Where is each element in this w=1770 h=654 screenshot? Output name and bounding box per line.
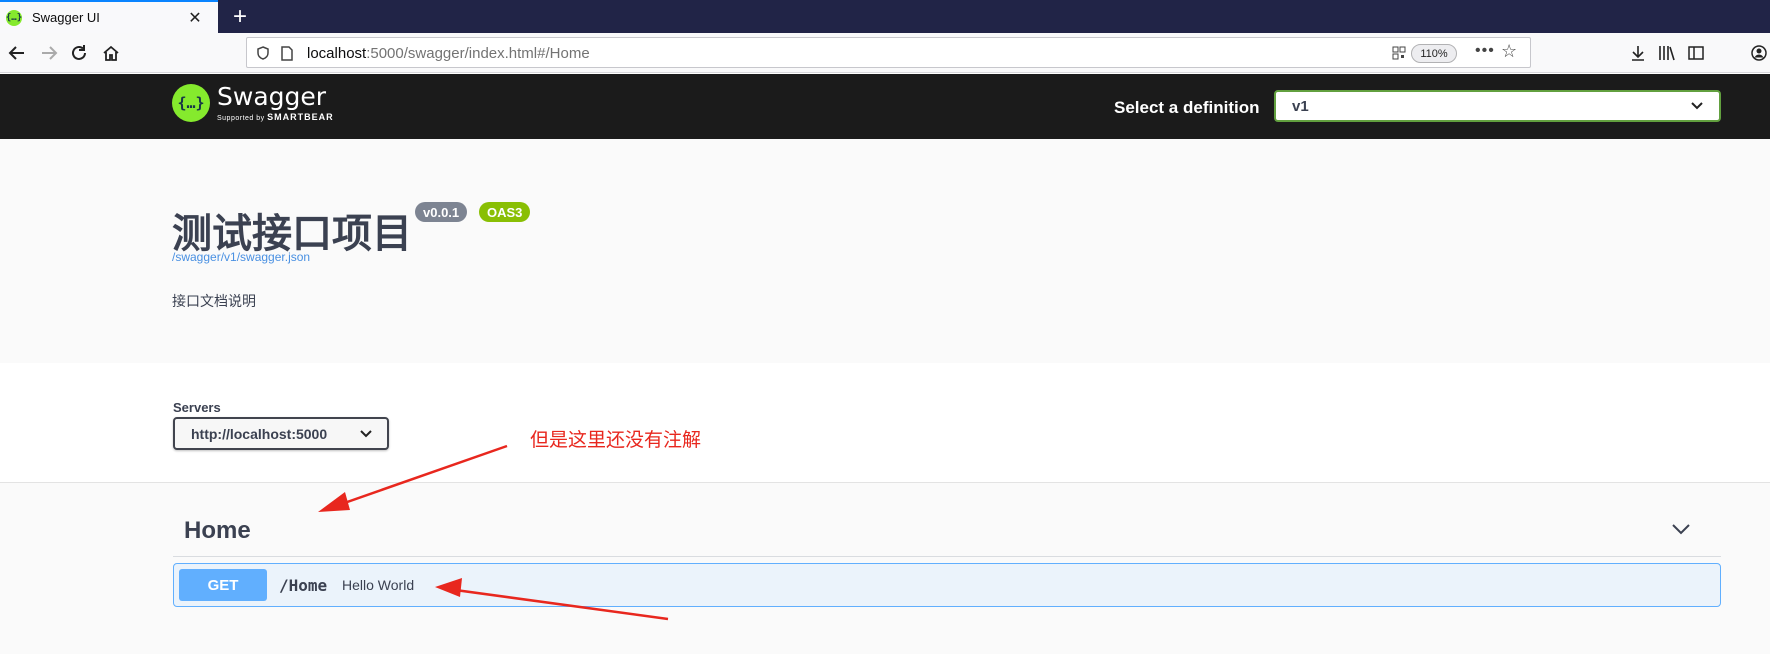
select-definition-label: Select a definition [1114, 98, 1260, 117]
smartbear-brand: SMARTBEAR [267, 112, 334, 122]
chevron-down-icon [360, 430, 372, 438]
tag-home-title[interactable]: Home [184, 517, 251, 545]
chevron-down-icon [1691, 102, 1703, 110]
zoom-level-badge[interactable]: 110% [1411, 44, 1457, 63]
browser-tab-bar: {…} Swagger UI ✕ + [0, 0, 1770, 33]
version-badge: v0.0.1 [415, 202, 468, 222]
tag-divider [173, 556, 1721, 557]
downloads-icon[interactable] [1627, 42, 1649, 64]
shield-icon[interactable] [255, 45, 271, 61]
supported-by-text: Supported by [217, 115, 268, 122]
operation-summary: Hello World [342, 577, 415, 593]
definition-select[interactable]: v1 [1274, 90, 1721, 122]
account-icon[interactable] [1748, 42, 1770, 64]
servers-select[interactable]: http://localhost:5000 [173, 417, 389, 450]
swagger-logo-icon: {…} [172, 84, 210, 122]
operation-path: /Home [279, 576, 328, 595]
swagger-wordmark: Swagger [217, 82, 327, 111]
more-actions-icon[interactable]: ••• [1475, 42, 1495, 60]
servers-value: http://localhost:5000 [191, 426, 328, 442]
forward-arrow-icon[interactable] [34, 38, 64, 68]
swagger-logo[interactable]: {…} Swagger Supported by SMARTBEAR [172, 84, 334, 122]
method-badge: GET [179, 569, 267, 601]
definition-value: v1 [1292, 98, 1309, 115]
qr-code-icon[interactable] [1390, 44, 1408, 62]
bookmark-star-icon[interactable]: ☆ [1501, 41, 1517, 62]
servers-label: Servers [173, 400, 221, 415]
home-icon[interactable] [96, 38, 126, 68]
chevron-down-icon[interactable] [1670, 520, 1692, 538]
swagger-topbar: {…} Swagger Supported by SMARTBEAR Selec… [0, 74, 1770, 139]
operation-get-home[interactable]: GET /Home Hello World [173, 563, 1721, 607]
url-path: :5000/swagger/index.html#/Home [366, 45, 590, 62]
info-section: 测试接口项目 v0.0.1 OAS3 /swagger/v1/swagger.j… [0, 139, 1770, 363]
browser-tab[interactable]: {…} Swagger UI ✕ [0, 0, 218, 33]
reload-icon[interactable] [64, 38, 94, 68]
new-tab-button[interactable]: + [226, 3, 254, 31]
url-bar[interactable]: localhost:5000/swagger/index.html#/Home … [246, 37, 1531, 68]
url-host: localhost [307, 45, 367, 62]
oas-badge: OAS3 [479, 202, 531, 222]
spec-json-link[interactable]: /swagger/v1/swagger.json [172, 250, 310, 264]
back-arrow-icon[interactable] [2, 38, 32, 68]
api-description: 接口文档说明 [172, 293, 256, 309]
sidebar-icon[interactable] [1685, 42, 1707, 64]
library-icon[interactable] [1656, 42, 1678, 64]
annotation-text: 但是这里还没有注解 [530, 430, 702, 451]
smartbear-tagline: Supported by SMARTBEAR [217, 112, 334, 122]
page-info-icon[interactable] [279, 45, 295, 61]
tab-title: Swagger UI [32, 10, 100, 25]
close-tab-icon[interactable]: ✕ [184, 7, 206, 29]
url-text[interactable]: localhost:5000/swagger/index.html#/Home [307, 45, 590, 62]
swagger-favicon-icon: {…} [6, 9, 22, 26]
browser-nav-bar: localhost:5000/swagger/index.html#/Home … [0, 33, 1770, 73]
